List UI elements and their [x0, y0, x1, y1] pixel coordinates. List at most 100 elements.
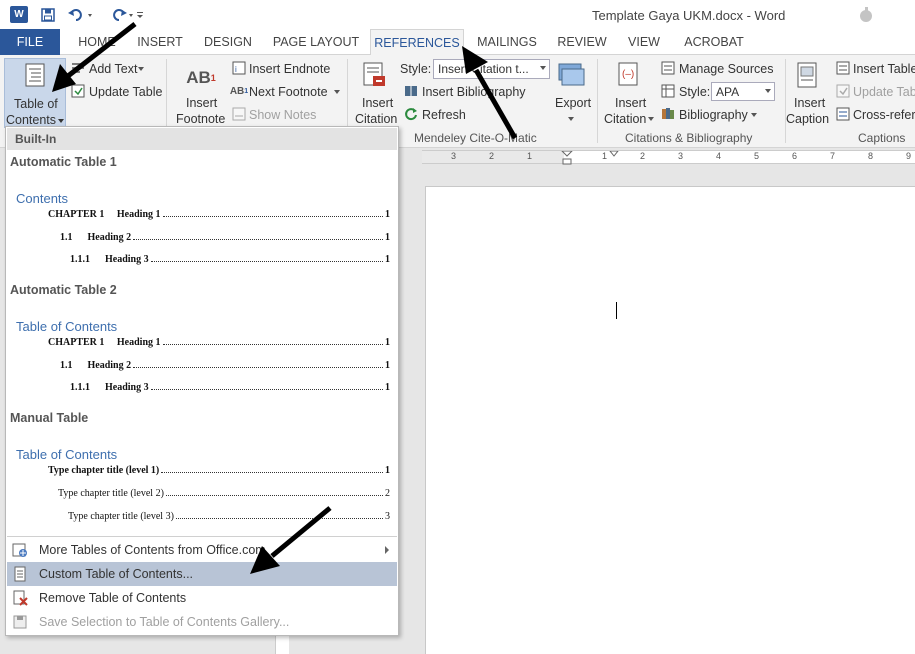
next-footnote-chevron-down-icon: [334, 90, 340, 94]
captions-group-label: Captions: [858, 131, 906, 145]
tab-mailings[interactable]: MAILINGS: [472, 29, 542, 55]
title-bar: W Template Gaya UKM.docx - Word: [0, 0, 915, 29]
submenu-chevron-right-icon: [385, 546, 389, 554]
insert-table-of-figures-button[interactable]: Insert Table: [853, 62, 915, 76]
toc-gallery-item-manual[interactable]: Manual Table Table of Contents Type chap…: [7, 407, 397, 533]
help-icon[interactable]: [858, 5, 874, 23]
ruler-number: 6: [792, 151, 798, 161]
update-table-of-figures-icon: [835, 83, 851, 99]
more-tables-of-contents-menu-item[interactable]: More Tables of Contents from Office.com: [7, 538, 397, 562]
toc-preview-line: Type chapter title (level 2) 2: [58, 488, 390, 499]
insert-endnote-button[interactable]: Insert Endnote: [249, 62, 330, 76]
manage-sources-button[interactable]: Manage Sources: [679, 62, 774, 76]
toc-preview-heading: Contents: [16, 191, 69, 206]
ruler-number: 3: [451, 151, 457, 161]
show-notes-button[interactable]: Show Notes: [249, 108, 316, 122]
next-footnote-button[interactable]: Next Footnote: [249, 85, 328, 99]
tab-file[interactable]: FILE: [0, 29, 60, 55]
export-button[interactable]: Export: [555, 96, 591, 110]
citation-style-icon: [660, 83, 676, 99]
mendeley-insert-citation-label-1[interactable]: Insert: [362, 96, 393, 110]
export-chevron-down-icon: [568, 117, 574, 121]
tab-review[interactable]: REVIEW: [556, 29, 608, 55]
refresh-button[interactable]: Refresh: [422, 108, 466, 122]
update-table-button[interactable]: Update Table: [89, 85, 162, 99]
insert-caption-icon: [794, 60, 820, 90]
customize-icon[interactable]: [134, 5, 146, 25]
tab-references[interactable]: REFERENCES: [370, 29, 464, 56]
bibliography-icon: [660, 106, 676, 122]
insert-footnote-label-1[interactable]: Insert: [186, 96, 217, 110]
update-table-of-figures-button[interactable]: Update Tab: [853, 85, 915, 99]
mendeley-style-label: Style:: [400, 62, 432, 76]
document-page[interactable]: [425, 186, 915, 654]
insert-caption-label-2[interactable]: Caption: [786, 112, 829, 126]
insert-caption-label-1[interactable]: Insert: [794, 96, 825, 110]
mendeley-insert-citation-icon: [360, 60, 390, 90]
builtin-header: Built-In: [7, 128, 397, 150]
update-table-icon: [70, 83, 86, 99]
mendeley-style-select[interactable]: Insert Citation t...: [433, 59, 550, 79]
citation-style-value: APA: [716, 85, 740, 99]
tab-insert[interactable]: INSERT: [134, 29, 186, 55]
ruler-number: 9: [906, 151, 912, 161]
tab-view[interactable]: VIEW: [624, 29, 664, 55]
tab-acrobat[interactable]: ACROBAT: [680, 29, 748, 55]
insert-citation-label-2[interactable]: Citation: [604, 112, 646, 126]
citation-style-select[interactable]: APA: [711, 82, 775, 101]
remove-table-of-contents-menu-item[interactable]: Remove Table of Contents: [7, 586, 397, 610]
insert-citation-label-1[interactable]: Insert: [615, 96, 646, 110]
tab-design[interactable]: DESIGN: [200, 29, 256, 55]
gallery-item-title: Automatic Table 2: [10, 283, 117, 297]
citation-style-label: Style:: [679, 85, 711, 99]
insert-endnote-icon: i: [231, 60, 247, 76]
ruler-number: 2: [489, 151, 495, 161]
toc-preview-heading: Table of Contents: [16, 447, 118, 462]
mendeley-insert-citation-label-2[interactable]: Citation: [355, 112, 397, 126]
custom-table-of-contents-menu-item[interactable]: Custom Table of Contents...: [7, 562, 397, 586]
insert-footnote-label-2[interactable]: Footnote: [176, 112, 225, 126]
toc-preview-line: 1.1.1 Heading 31: [70, 382, 390, 393]
toc-dropdown-menu: Built-In Automatic Table 1 Contents CHAP…: [5, 126, 399, 636]
bibliography-button[interactable]: Bibliography: [679, 108, 748, 122]
insert-bibliography-button[interactable]: Insert Bibliography: [422, 85, 526, 99]
add-text-button[interactable]: Add Text: [89, 62, 137, 76]
ruler-number: 1: [602, 151, 608, 161]
ruler-number: 7: [830, 151, 836, 161]
table-of-contents-button[interactable]: Table of Contents: [4, 58, 66, 128]
ruler-number: 1: [527, 151, 533, 161]
toc-preview-line: Type chapter title (level 1) 1: [48, 465, 390, 476]
word-logo-icon: W: [10, 6, 28, 23]
gallery-item-title: Manual Table: [10, 411, 89, 425]
undo-icon[interactable]: [66, 5, 96, 25]
toc-preview-line: CHAPTER 1 Heading 11: [48, 337, 390, 348]
horizontal-ruler[interactable]: 3 2 1 1 2 3 4 5 6 7 8 9: [422, 150, 915, 165]
show-notes-icon: [231, 106, 247, 122]
redo-icon[interactable]: [106, 5, 136, 25]
indent-marker-icon[interactable]: [561, 151, 573, 165]
tab-home[interactable]: HOME: [72, 29, 122, 55]
first-line-indent-icon[interactable]: [609, 151, 619, 159]
export-icon: [555, 60, 587, 90]
insert-citation-icon: (–): [614, 60, 644, 90]
cross-reference-icon: [835, 106, 851, 122]
tab-page-layout[interactable]: PAGE LAYOUT: [270, 29, 362, 55]
toc-chevron-down-icon: [58, 119, 64, 123]
svg-text:(–): (–): [622, 69, 634, 80]
mendeley-style-chevron-down-icon: [540, 66, 546, 70]
cross-reference-button[interactable]: Cross-refere: [853, 108, 915, 122]
toc-preview-line: Type chapter title (level 3) 3: [68, 511, 390, 522]
next-footnote-icon: AB 1: [229, 85, 249, 97]
menu-divider: [7, 536, 397, 537]
save-icon[interactable]: [38, 5, 58, 25]
toc-preview-line: 1.1 Heading 21: [60, 232, 390, 243]
group-separator: [597, 59, 598, 143]
toc-gallery-item-automatic-2[interactable]: Automatic Table 2 Table of Contents CHAP…: [7, 279, 397, 405]
mendeley-style-value: Insert Citation t...: [438, 62, 529, 76]
group-separator: [785, 59, 786, 143]
svg-text:i: i: [235, 65, 237, 74]
toc-gallery-item-automatic-1[interactable]: Automatic Table 1 Contents CHAPTER 1 Hea…: [7, 151, 397, 277]
menu-item-label: Save Selection to Table of Contents Gall…: [39, 615, 290, 629]
bibliography-chevron-down-icon: [751, 113, 757, 117]
save-selection-to-gallery-menu-item[interactable]: Save Selection to Table of Contents Gall…: [7, 610, 397, 634]
